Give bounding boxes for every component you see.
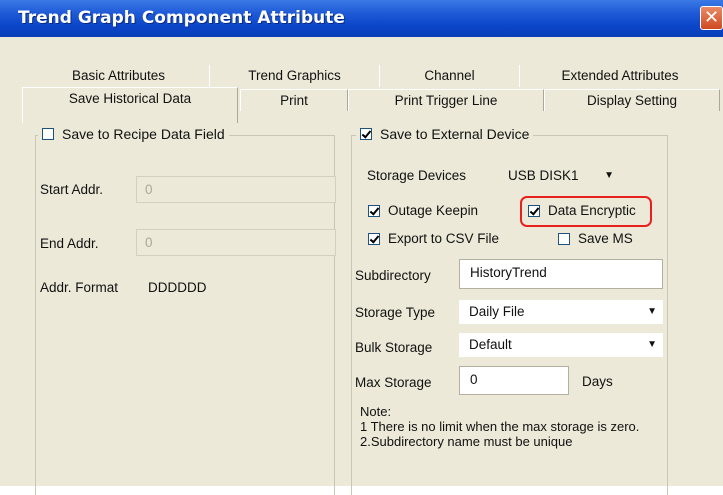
- recipe-data-title[interactable]: Save to Recipe Data Field: [38, 126, 229, 142]
- subdirectory-label: Subdirectory: [355, 268, 431, 283]
- save-ms-label: Save MS: [578, 231, 633, 246]
- tab-print[interactable]: Print: [240, 89, 348, 111]
- save-ms-option[interactable]: Save MS: [558, 231, 633, 246]
- start-addr-input[interactable]: 0: [136, 176, 336, 203]
- tab-print-trigger-line[interactable]: Print Trigger Line: [348, 89, 544, 111]
- recipe-data-checkbox[interactable]: [42, 128, 54, 140]
- export-csv-label: Export to CSV File: [388, 231, 500, 246]
- dialog-body: Basic Attributes Trend Graphics Channel …: [0, 37, 723, 495]
- external-device-label: Save to External Device: [380, 126, 530, 142]
- addr-format-value: DDDDDD: [148, 280, 207, 295]
- note-line-2: 2.Subdirectory name must be unique: [360, 434, 573, 449]
- bulk-storage-label: Bulk Storage: [355, 340, 433, 355]
- external-device-title[interactable]: Save to External Device: [356, 126, 534, 142]
- tab-extended-attributes[interactable]: Extended Attributes: [520, 65, 720, 87]
- window-title: Trend Graph Component Attribute: [18, 8, 345, 28]
- chevron-down-icon: ▼: [647, 306, 657, 317]
- start-addr-label: Start Addr.: [40, 182, 104, 197]
- storage-type-label: Storage Type: [355, 305, 436, 320]
- storage-type-select[interactable]: Daily File ▼: [459, 300, 663, 324]
- outage-keepin-option[interactable]: Outage Keepin: [368, 203, 478, 218]
- close-button[interactable]: ✕: [700, 6, 723, 30]
- recipe-data-label: Save to Recipe Data Field: [62, 126, 225, 142]
- addr-format-label: Addr. Format: [40, 280, 119, 295]
- export-csv-option[interactable]: Export to CSV File: [368, 231, 499, 246]
- max-storage-input[interactable]: 0: [459, 366, 569, 395]
- external-device-checkbox[interactable]: [360, 128, 372, 140]
- subdirectory-input[interactable]: HistoryTrend: [459, 259, 663, 289]
- bulk-storage-select[interactable]: Default ▼: [459, 333, 663, 357]
- export-csv-checkbox[interactable]: [368, 232, 380, 245]
- chevron-down-icon: ▼: [647, 339, 657, 350]
- chevron-down-icon: ▼: [604, 170, 614, 181]
- data-encryption-label: Data Encryptic: [548, 203, 636, 218]
- max-storage-unit: Days: [582, 374, 613, 389]
- tab-display-setting[interactable]: Display Setting: [544, 89, 720, 111]
- note-block: Note: 1 There is no limit when the max s…: [360, 404, 660, 449]
- data-encryption-option[interactable]: Data Encryptic: [528, 203, 636, 218]
- storage-devices-select[interactable]: USB DISK1 ▼: [498, 164, 628, 188]
- max-storage-label: Max Storage: [355, 375, 432, 390]
- outage-keepin-checkbox[interactable]: [368, 204, 380, 217]
- outage-keepin-label: Outage Keepin: [388, 203, 479, 218]
- data-encryption-checkbox[interactable]: [528, 204, 540, 217]
- tab-save-historical-data[interactable]: Save Historical Data: [22, 87, 238, 123]
- title-bar: Trend Graph Component Attribute ✕: [0, 0, 723, 38]
- tab-channel[interactable]: Channel: [380, 65, 520, 87]
- bulk-storage-value: Default: [469, 337, 512, 352]
- storage-devices-label: Storage Devices: [367, 168, 467, 183]
- save-ms-checkbox[interactable]: [558, 232, 570, 245]
- note-line-1: 1 There is no limit when the max storage…: [360, 419, 640, 434]
- storage-devices-value: USB DISK1: [508, 168, 579, 183]
- tab-trend-graphics[interactable]: Trend Graphics: [210, 65, 380, 87]
- end-addr-input[interactable]: 0: [136, 229, 336, 256]
- storage-type-value: Daily File: [469, 304, 525, 319]
- tab-basic-attributes[interactable]: Basic Attributes: [28, 65, 210, 87]
- note-title: Note:: [360, 404, 392, 419]
- end-addr-label: End Addr.: [40, 236, 99, 251]
- close-icon: ✕: [703, 7, 720, 28]
